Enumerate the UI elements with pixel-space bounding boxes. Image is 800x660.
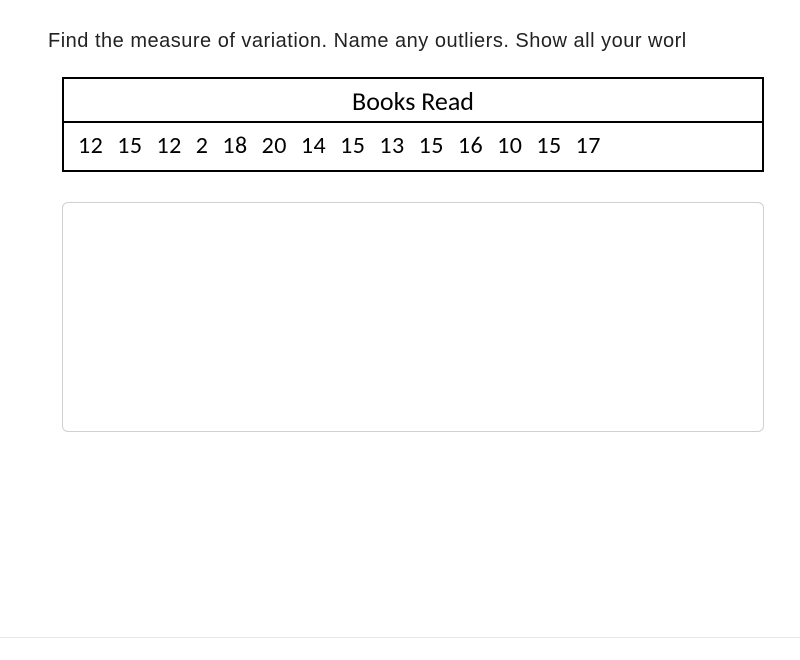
table-row: 12 15 12 2 18 20 14 15 13 15 16 10 15 17 <box>63 122 763 171</box>
question-prompt: Find the measure of variation. Name any … <box>48 30 800 53</box>
table-title: Books Read <box>63 78 763 122</box>
data-table: Books Read 12 15 12 2 18 20 14 15 13 15 … <box>62 77 764 172</box>
work-input[interactable] <box>62 202 764 432</box>
table-values: 12 15 12 2 18 20 14 15 13 15 16 10 15 17 <box>63 122 763 171</box>
divider <box>0 637 800 638</box>
